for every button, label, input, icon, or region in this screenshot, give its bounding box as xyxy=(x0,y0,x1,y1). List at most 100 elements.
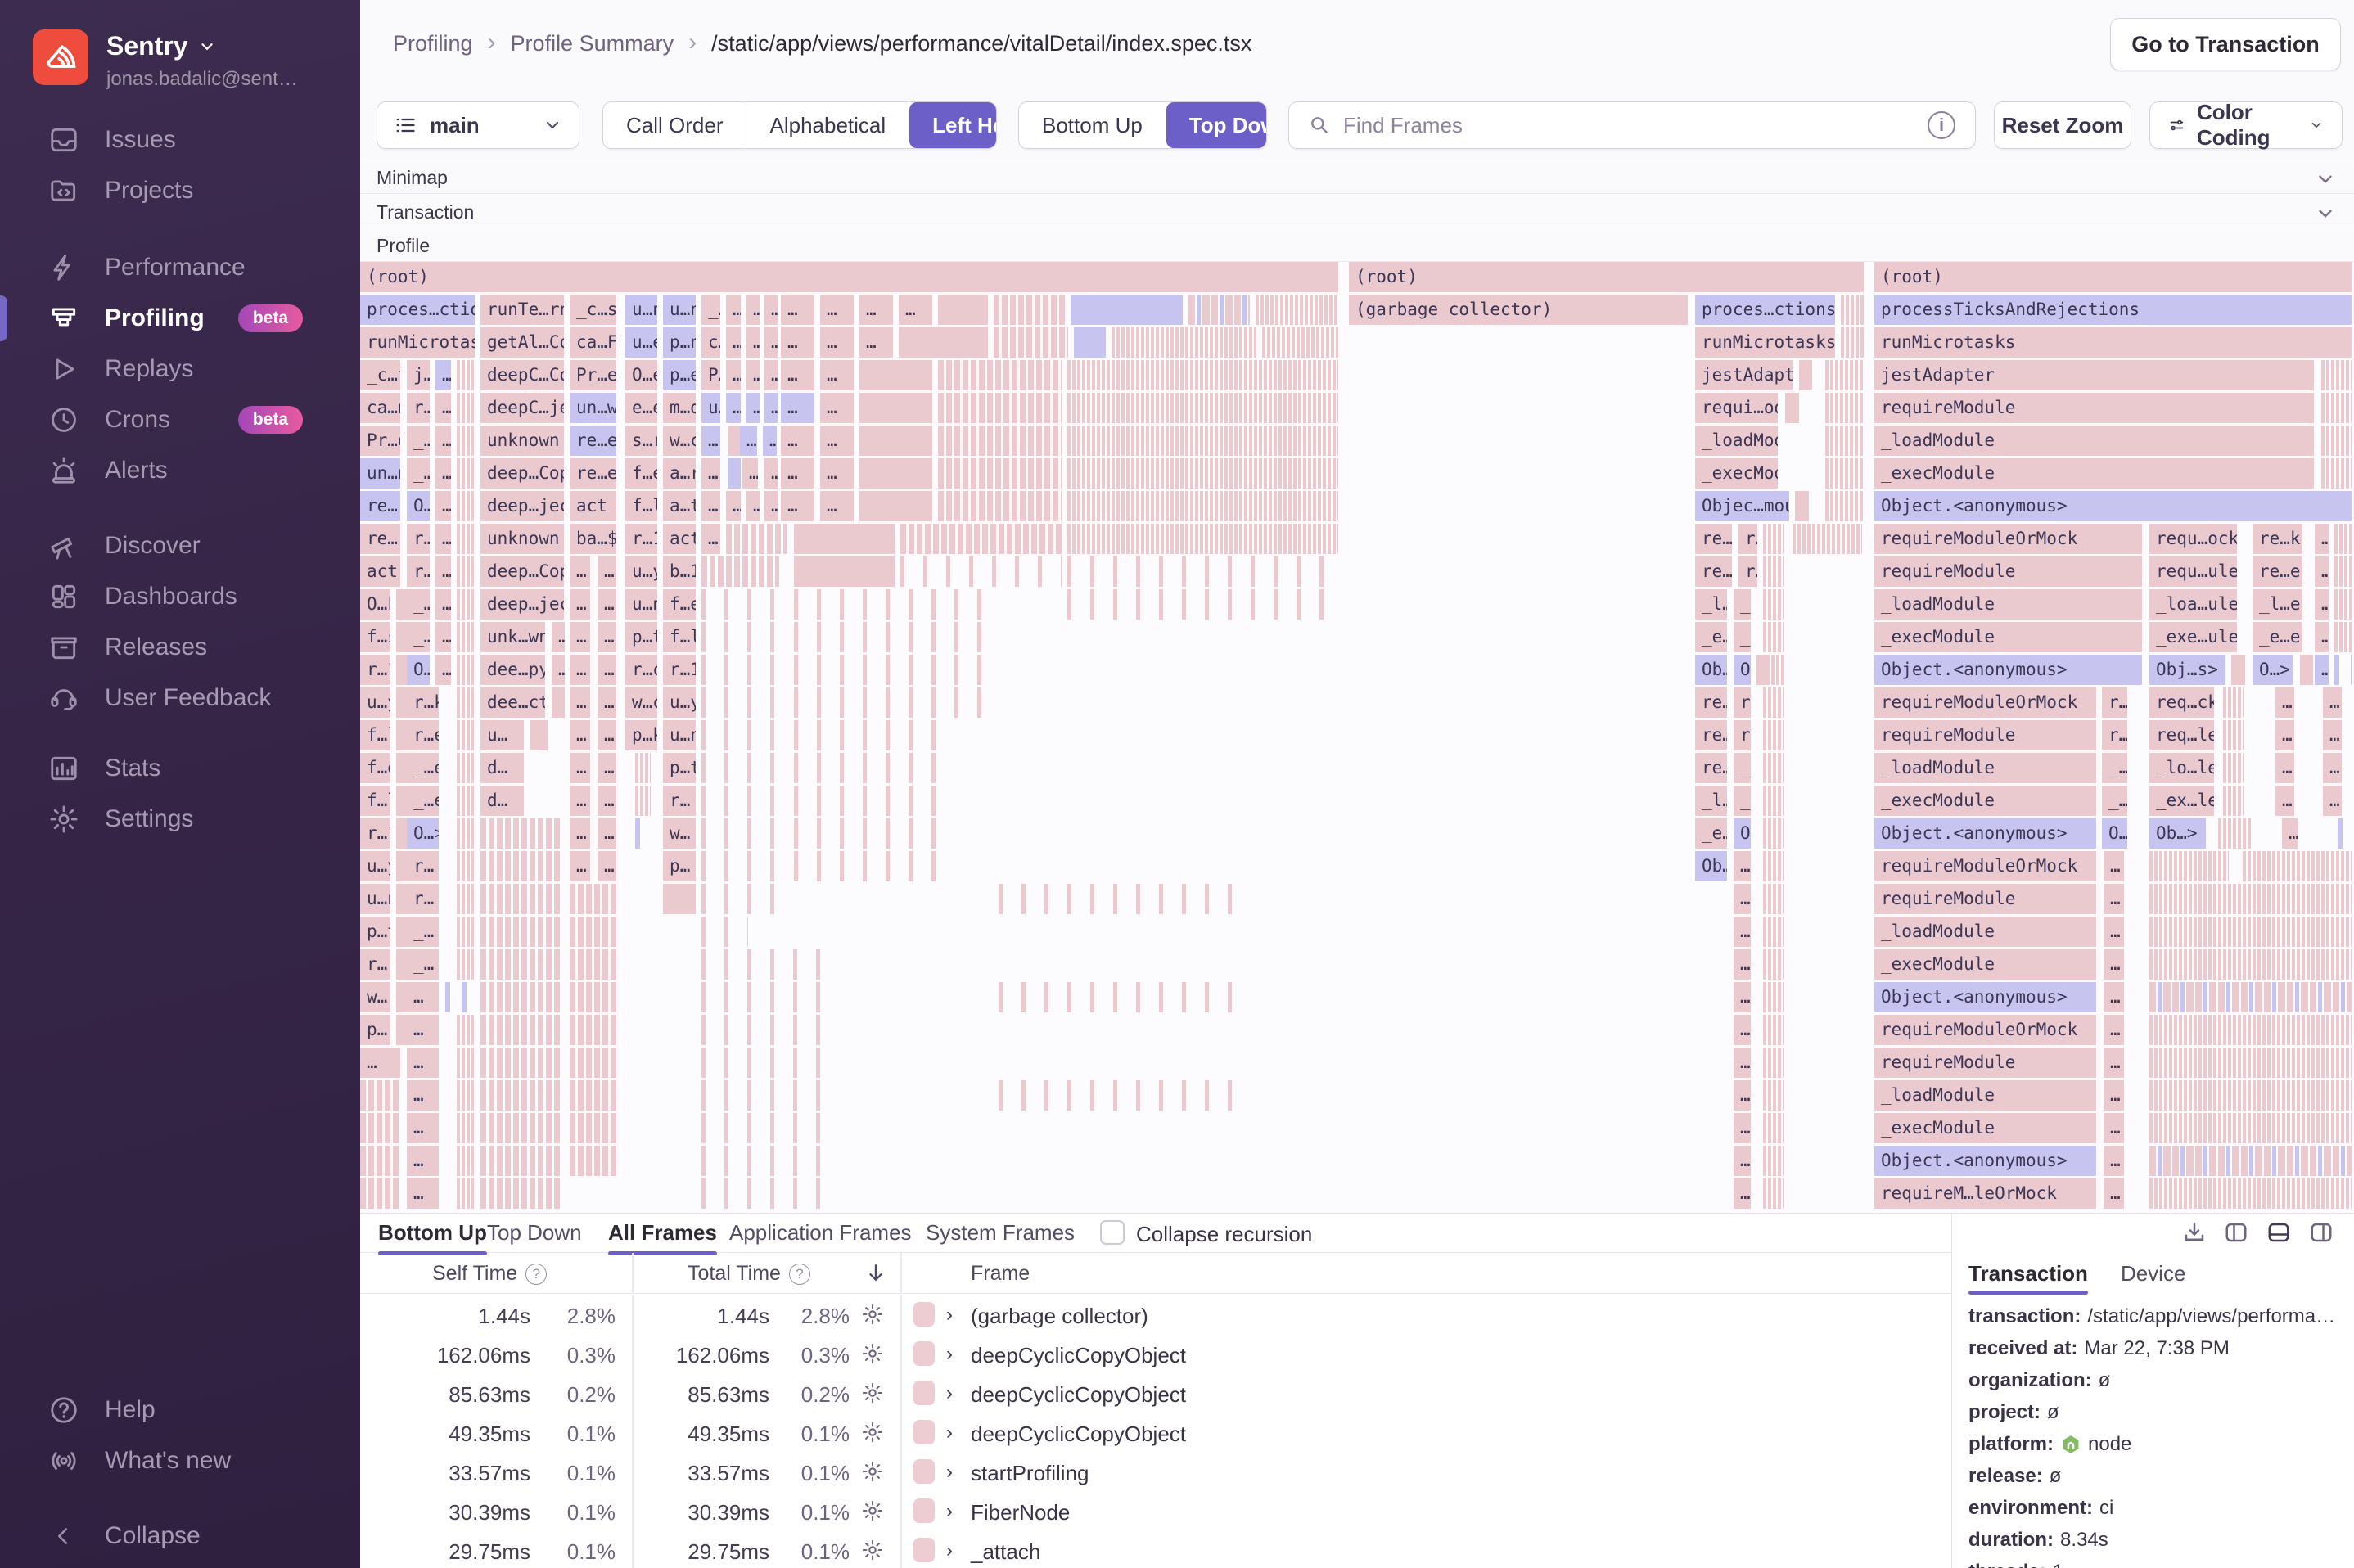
flame-frame-group[interactable] xyxy=(1763,786,1784,816)
frame-settings-icon[interactable] xyxy=(861,1421,884,1444)
flame-frame-group[interactable] xyxy=(701,884,779,914)
flame-frame[interactable]: … xyxy=(435,622,451,652)
flame-frame[interactable]: _…e xyxy=(407,786,439,816)
flame-frame-group[interactable] xyxy=(480,884,560,914)
sidebar-item-discover[interactable]: Discover xyxy=(0,520,360,571)
flame-frame[interactable]: … xyxy=(570,753,590,783)
flame-frame[interactable]: … xyxy=(598,753,616,783)
flame-frame[interactable]: … xyxy=(746,393,760,423)
flame-frame[interactable]: req…le xyxy=(2149,720,2214,750)
flame-frame[interactable]: p…k xyxy=(625,720,657,750)
flame-frame-group[interactable] xyxy=(701,1146,830,1176)
flame-frame-group[interactable] xyxy=(635,753,651,783)
flame-frame[interactable]: … xyxy=(764,327,778,358)
flame-frame[interactable]: jestAdapter xyxy=(1874,360,2314,390)
chevron-down-icon[interactable] xyxy=(2315,203,2336,224)
flame-frame-group[interactable] xyxy=(794,589,996,620)
table-row[interactable]: 49.35ms 0.1% 49.35ms 0.1% › deepCyclicCopyObj… xyxy=(360,1413,1951,1453)
flame-frame-group[interactable] xyxy=(2149,1015,2352,1045)
flame-frame[interactable]: … xyxy=(701,426,720,456)
direction-top-down[interactable]: Top Down xyxy=(1166,102,1266,148)
flame-frame[interactable]: … xyxy=(552,655,565,685)
flame-frame-group[interactable] xyxy=(445,982,472,1012)
flame-frame[interactable]: r… xyxy=(1734,720,1751,750)
flame-frame-group[interactable] xyxy=(457,655,474,685)
flame-frame[interactable]: … xyxy=(598,851,616,881)
flame-frame-group[interactable] xyxy=(701,818,779,849)
flame-frame[interactable]: O… xyxy=(1734,655,1751,685)
flame-frame-group[interactable] xyxy=(570,1146,616,1176)
flame-frame-group[interactable] xyxy=(1841,327,1864,358)
flame-frame-group[interactable] xyxy=(2149,1178,2352,1209)
flame-frame[interactable]: w…c xyxy=(625,687,657,718)
flame-frame-group[interactable] xyxy=(2149,1048,2352,1078)
flame-frame[interactable]: … xyxy=(407,982,439,1012)
flame-frame-group[interactable] xyxy=(701,589,779,620)
flame-frame[interactable]: (root) xyxy=(360,262,1338,292)
flame-frame[interactable]: r…1 xyxy=(360,818,390,849)
flame-frame[interactable]: … xyxy=(435,491,451,521)
flame-frame[interactable]: … xyxy=(360,1048,400,1078)
flame-frame[interactable]: … xyxy=(1734,1015,1751,1045)
flame-frame[interactable]: re…ck xyxy=(1695,556,1732,587)
flame-frame[interactable]: re…k xyxy=(2253,524,2302,554)
flame-frame-group[interactable] xyxy=(701,949,830,980)
flame-frame[interactable]: proces…ctions xyxy=(1695,295,1835,325)
flamegraph[interactable]: (root)(root)(root)proces…ctionsrunTe…rna… xyxy=(360,262,2354,1213)
flame-frame[interactable]: … xyxy=(598,687,616,718)
flame-frame[interactable]: Object.<anonymous> xyxy=(1874,982,2096,1012)
flame-frame[interactable]: _execModule xyxy=(1874,949,2096,980)
flame-frame[interactable]: r… xyxy=(2102,720,2127,750)
flame-frame[interactable]: act xyxy=(663,524,696,554)
flame-frame-group[interactable] xyxy=(1763,556,1784,587)
flame-frame[interactable]: … xyxy=(726,327,741,358)
flame-frame[interactable]: u…n xyxy=(663,720,696,750)
flame-frame[interactable]: … xyxy=(598,818,616,849)
flame-frame-group[interactable] xyxy=(701,1048,830,1078)
flame-frame-group[interactable] xyxy=(2338,818,2352,849)
flame-frame-group[interactable] xyxy=(360,1178,400,1209)
flame-frame-group[interactable] xyxy=(457,753,474,783)
flame-frame-group[interactable] xyxy=(2321,360,2352,390)
frame-settings-icon[interactable] xyxy=(861,1460,884,1483)
flame-frame-group[interactable] xyxy=(457,884,474,914)
expand-icon[interactable]: › xyxy=(946,1422,953,1444)
flame-frame[interactable]: … xyxy=(726,393,741,423)
flame-frame[interactable]: _execModule xyxy=(1695,458,1778,489)
flame-frame-group[interactable] xyxy=(794,818,939,849)
flame-frame[interactable]: … xyxy=(1734,1080,1751,1111)
flame-frame-group[interactable] xyxy=(663,884,696,914)
frame-settings-icon[interactable] xyxy=(861,1381,884,1404)
flame-frame[interactable]: … xyxy=(598,655,616,685)
flame-frame[interactable]: … xyxy=(570,655,590,685)
flame-frame[interactable]: requireModule xyxy=(1874,1048,2096,1078)
flame-frame[interactable]: … xyxy=(435,589,451,620)
flame-frame-group[interactable] xyxy=(701,851,779,881)
flame-frame-group[interactable] xyxy=(1799,360,1812,390)
flame-frame-group[interactable] xyxy=(457,589,474,620)
flame-frame-group[interactable] xyxy=(1763,818,1784,849)
flame-frame-group[interactable] xyxy=(701,753,779,783)
sentry-logo[interactable] xyxy=(33,29,88,85)
flame-frame[interactable]: f…l xyxy=(663,622,696,652)
flame-frame[interactable]: f…l xyxy=(360,720,390,750)
flame-frame-group[interactable] xyxy=(938,426,1062,456)
flame-frame-group[interactable] xyxy=(2223,720,2244,750)
flame-frame[interactable]: _… xyxy=(2102,786,2127,816)
go-to-transaction-button[interactable]: Go to Transaction xyxy=(2110,18,2341,70)
flame-frame[interactable]: _… xyxy=(1734,589,1751,620)
flame-frame-group[interactable] xyxy=(360,1080,400,1111)
flame-frame-group[interactable] xyxy=(701,720,779,750)
flame-frame[interactable]: ca…Fn xyxy=(570,327,616,358)
flame-frame[interactable]: f…e xyxy=(663,589,696,620)
flame-frame[interactable]: P… xyxy=(701,360,720,390)
expand-icon[interactable]: › xyxy=(946,1382,953,1405)
flame-frame[interactable]: … xyxy=(781,295,814,325)
flame-frame-group[interactable] xyxy=(1763,1015,1784,1045)
flame-frame[interactable]: … xyxy=(781,491,814,521)
table-row[interactable]: 85.63ms 0.2% 85.63ms 0.2% › deepCyclicCopyObj… xyxy=(360,1374,1951,1413)
table-row[interactable]: 29.75ms 0.1% 29.75ms 0.1% › _attach xyxy=(360,1531,1951,1568)
flame-frame[interactable]: r… xyxy=(1738,524,1757,554)
flame-frame-group[interactable] xyxy=(728,458,741,489)
flame-frame[interactable]: O…e xyxy=(625,360,657,390)
